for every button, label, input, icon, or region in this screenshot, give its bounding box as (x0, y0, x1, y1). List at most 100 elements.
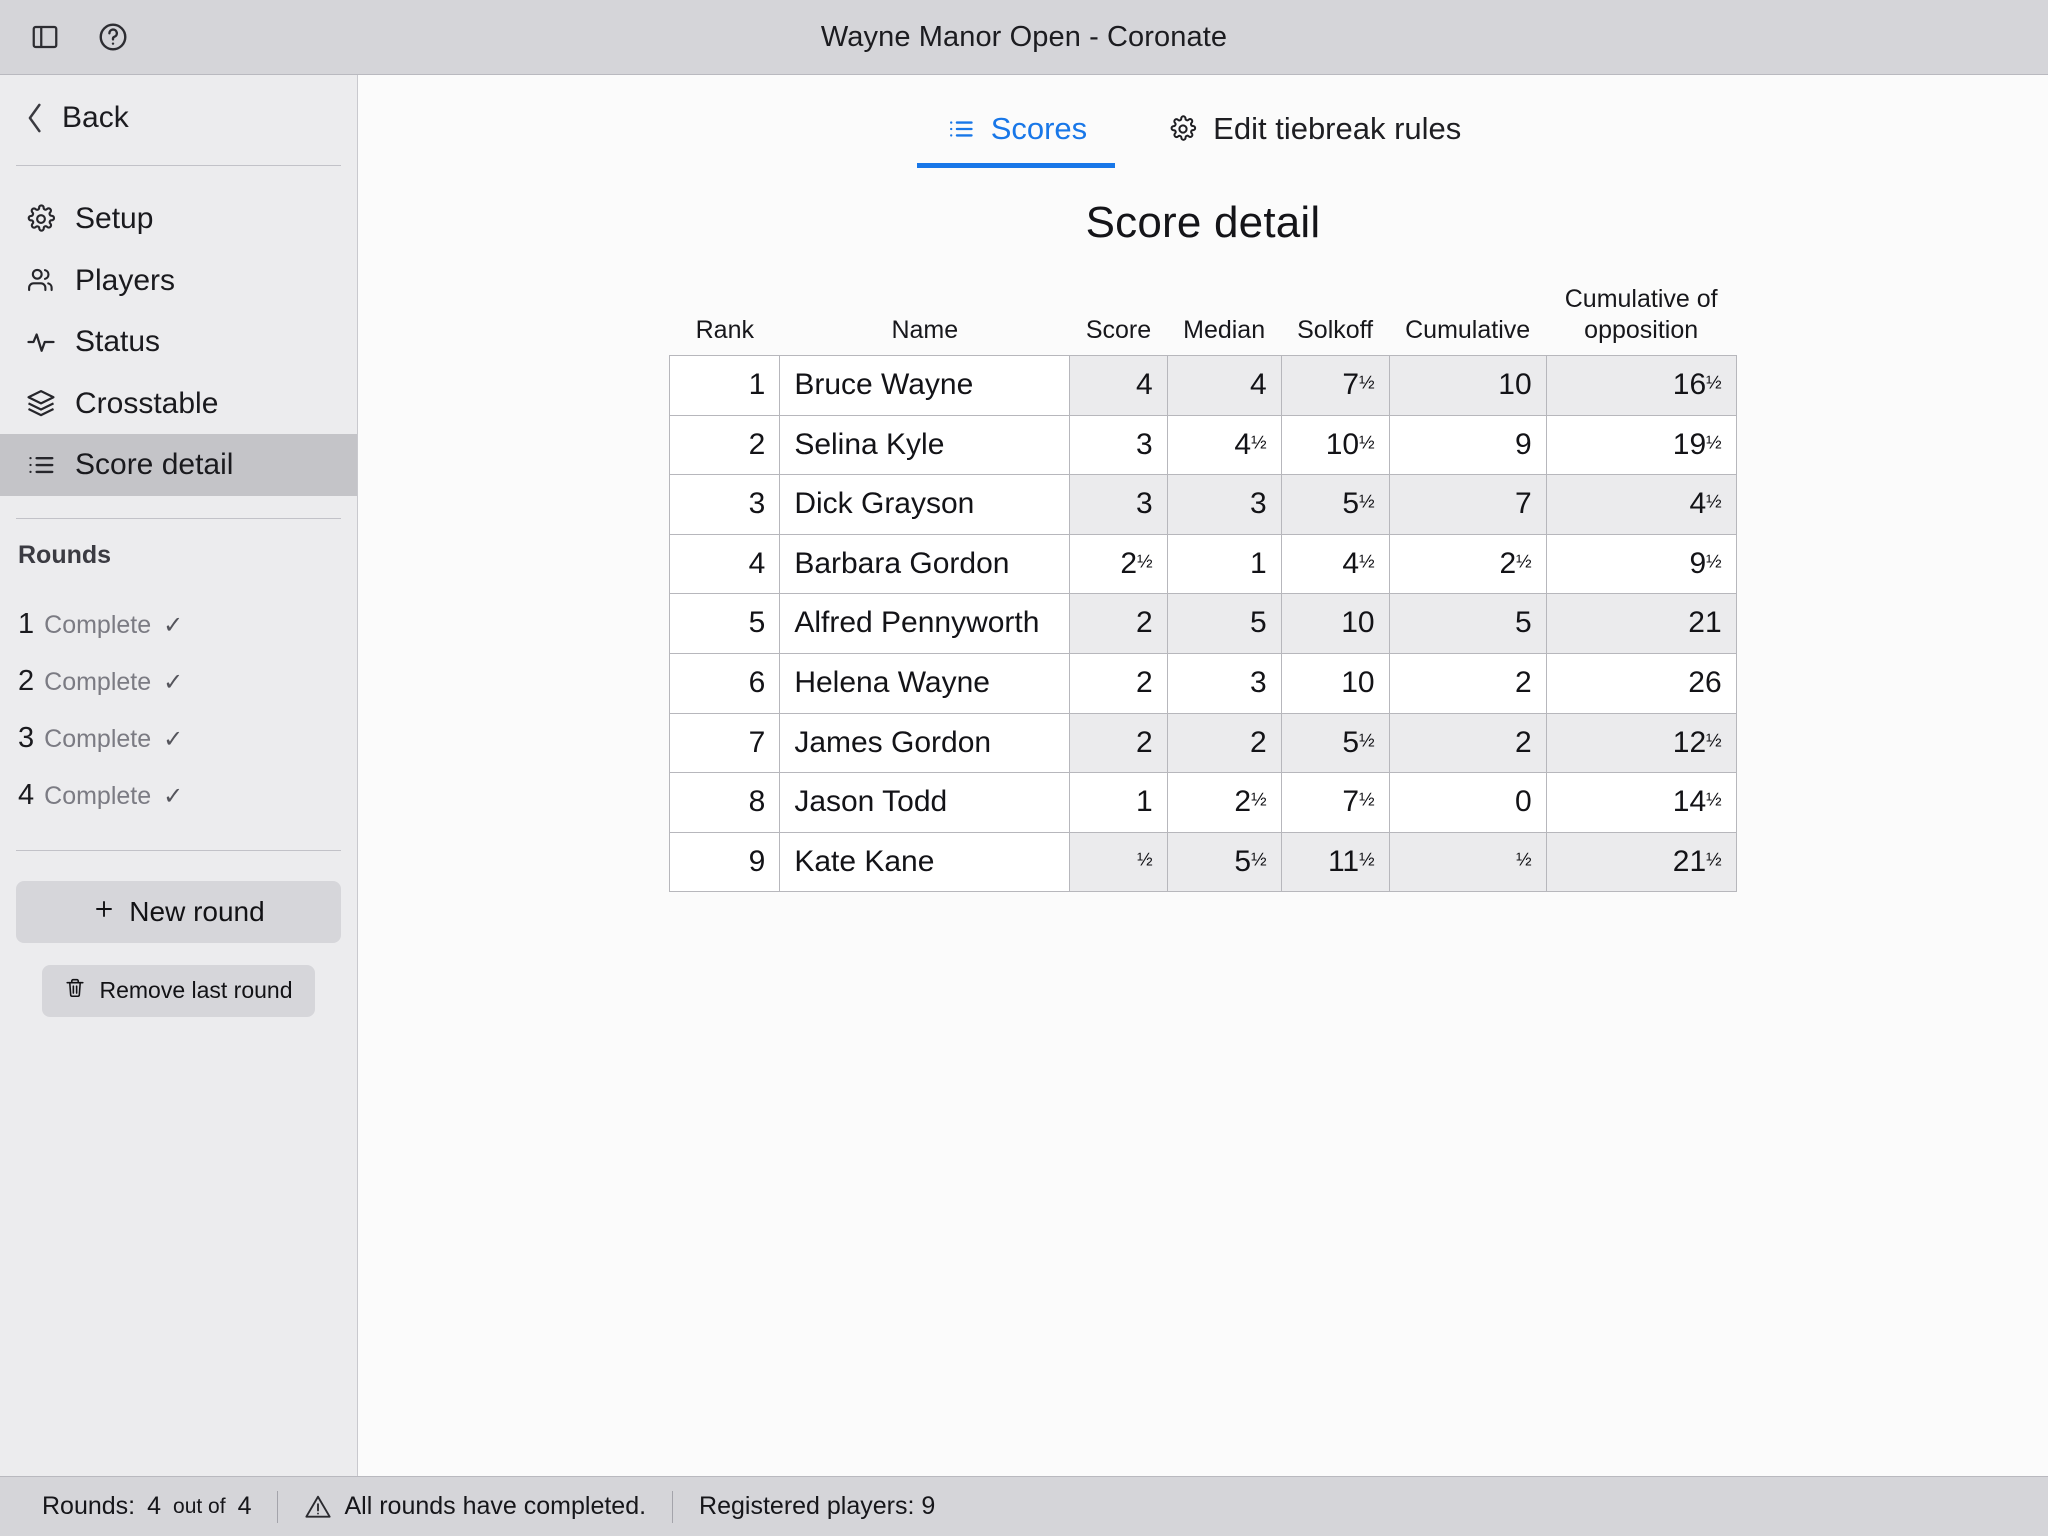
round-item[interactable]: 2 Complete ✓ (0, 653, 357, 710)
cell-name: Alfred Pennyworth (779, 593, 1071, 654)
cell-rank: 1 (669, 355, 781, 416)
body-split: Back Setup Players Status Crosstable Sco… (0, 75, 2048, 1476)
cell-rank: 2 (669, 414, 781, 476)
cell-median: 3 (1166, 652, 1282, 714)
cell-score: 1 (1069, 772, 1168, 833)
cell-cumulative-of-opposition: 26 (1545, 652, 1737, 714)
status-bar: Rounds: 4 out of 4 All rounds have compl… (0, 1476, 2048, 1536)
round-number: 4 (18, 778, 35, 811)
list-icon (945, 113, 977, 145)
round-item[interactable]: 1 Complete ✓ (0, 596, 357, 653)
cell-rank: 9 (669, 831, 781, 893)
score-detail-table: Rank Name Score Median Solkoff Cumulativ… (669, 284, 1737, 893)
col-header-cumulative: Cumulative (1405, 315, 1531, 344)
list-icon (24, 448, 58, 482)
sidebar-divider-rounds (16, 517, 341, 519)
cell-cumulative-of-opposition: 9½ (1545, 533, 1737, 595)
activity-pulse-icon (24, 325, 58, 359)
table-row[interactable]: 7 James Gordon 2 2 5½ 2 12½ (669, 712, 1737, 774)
table-row[interactable]: 5 Alfred Pennyworth 2 5 10 5 21 (669, 593, 1737, 654)
help-circle-icon[interactable] (90, 14, 136, 60)
sidebar-item-status[interactable]: Status (0, 311, 357, 373)
sidebar-panel-icon[interactable] (22, 14, 68, 60)
cell-rank: 5 (669, 593, 781, 654)
table-row[interactable]: 9 Kate Kane ½ 5½ 11½ ½ 21½ (669, 831, 1737, 893)
sidebar: Back Setup Players Status Crosstable Sco… (0, 75, 358, 1476)
round-item[interactable]: 4 Complete ✓ (0, 767, 357, 824)
status-warning-text: All rounds have completed. (344, 1492, 647, 1520)
remove-last-round-button[interactable]: Remove last round (42, 964, 315, 1017)
cell-cumulative: 10 (1388, 355, 1547, 416)
cell-rank: 8 (669, 772, 781, 833)
cell-solkoff: 5½ (1280, 474, 1390, 535)
tab-edit-tiebreak-rules[interactable]: Edit tiebreak rules (1139, 99, 1489, 168)
new-round-label: New round (129, 895, 265, 927)
cell-cumulative: 7 (1388, 474, 1547, 535)
cell-rank: 7 (669, 712, 781, 774)
cell-cumulative: 2 (1388, 652, 1547, 714)
app-window: Wayne Manor Open - Coronate Back Setup P… (0, 0, 2048, 1536)
table-head: Rank Name Score Median Solkoff Cumulativ… (670, 284, 1736, 356)
cell-score: 4 (1069, 355, 1168, 416)
table-row[interactable]: 1 Bruce Wayne 4 4 7½ 10 16½ (669, 355, 1737, 416)
cell-score: 2½ (1069, 533, 1168, 595)
back-label: Back (62, 101, 129, 134)
main-content: Scores Edit tiebreak rules Score detail (358, 75, 2048, 1476)
cell-cumulative-of-opposition: 16½ (1545, 355, 1737, 416)
sidebar-item-label: Players (75, 263, 176, 297)
check-icon: ✓ (163, 782, 184, 810)
cell-cumulative: 0 (1388, 772, 1547, 833)
cell-median: 5½ (1166, 831, 1282, 893)
cell-score: ½ (1069, 831, 1168, 893)
cell-score: 3 (1069, 474, 1168, 535)
table-row[interactable]: 2 Selina Kyle 3 4½ 10½ 9 19½ (669, 414, 1737, 476)
status-players-text: Registered players: 9 (699, 1492, 936, 1520)
table-row[interactable]: 8 Jason Todd 1 2½ 7½ 0 14½ (669, 772, 1737, 833)
back-button[interactable]: Back (0, 85, 357, 151)
sidebar-item-label: Crosstable (75, 386, 219, 420)
tab-scores[interactable]: Scores (916, 99, 1116, 168)
warning-triangle-icon (304, 1493, 332, 1521)
sidebar-item-score-detail[interactable]: Score detail (0, 434, 357, 496)
col-header-solkoff: Solkoff (1297, 315, 1374, 344)
cell-name: Kate Kane (779, 831, 1071, 893)
cell-cumulative: 9 (1388, 414, 1547, 476)
cell-solkoff: 5½ (1280, 712, 1390, 774)
sidebar-item-crosstable[interactable]: Crosstable (0, 373, 357, 435)
status-players: Registered players: 9 (673, 1492, 961, 1521)
table-row[interactable]: 3 Dick Grayson 3 3 5½ 7 4½ (669, 474, 1737, 535)
round-actions: New round Remove last round (0, 873, 357, 1017)
cell-name: Barbara Gordon (779, 533, 1071, 595)
chevron-left-icon (24, 102, 46, 134)
cell-cumulative-of-opposition: 19½ (1545, 414, 1737, 476)
cell-solkoff: 10 (1280, 593, 1390, 654)
round-status: Complete (44, 724, 152, 753)
cell-rank: 3 (669, 474, 781, 535)
sidebar-item-label: Setup (75, 202, 154, 235)
col-header-cumulative-of-opposition: Cumulative of opposition (1564, 285, 1718, 344)
sidebar-item-players[interactable]: Players (0, 250, 357, 312)
cell-solkoff: 7½ (1280, 355, 1390, 416)
round-item[interactable]: 3 Complete ✓ (0, 710, 357, 767)
sidebar-item-setup[interactable]: Setup (0, 188, 357, 250)
table-row[interactable]: 6 Helena Wayne 2 3 10 2 26 (669, 652, 1737, 714)
tab-bar: Scores Edit tiebreak rules (358, 75, 2048, 168)
users-icon (24, 263, 58, 297)
cell-median: 4½ (1166, 414, 1282, 476)
sidebar-item-label: Status (75, 325, 161, 358)
cell-cumulative-of-opposition: 21½ (1545, 831, 1737, 893)
round-status: Complete (44, 781, 152, 810)
cell-median: 5 (1166, 593, 1282, 654)
check-icon: ✓ (163, 668, 184, 696)
cell-solkoff: 7½ (1280, 772, 1390, 833)
status-rounds-count: 4 (147, 1492, 162, 1520)
table-row[interactable]: 4 Barbara Gordon 2½ 1 4½ 2½ 9½ (669, 533, 1737, 595)
status-rounds-total: 4 (237, 1492, 252, 1520)
status-warning: All rounds have completed. (278, 1492, 672, 1521)
new-round-button[interactable]: New round (16, 880, 341, 943)
cell-name: Jason Todd (779, 772, 1071, 833)
cell-median: 2½ (1166, 772, 1282, 833)
round-number: 1 (18, 607, 35, 640)
round-number: 2 (18, 664, 35, 697)
sidebar-item-label: Score detail (75, 448, 234, 481)
